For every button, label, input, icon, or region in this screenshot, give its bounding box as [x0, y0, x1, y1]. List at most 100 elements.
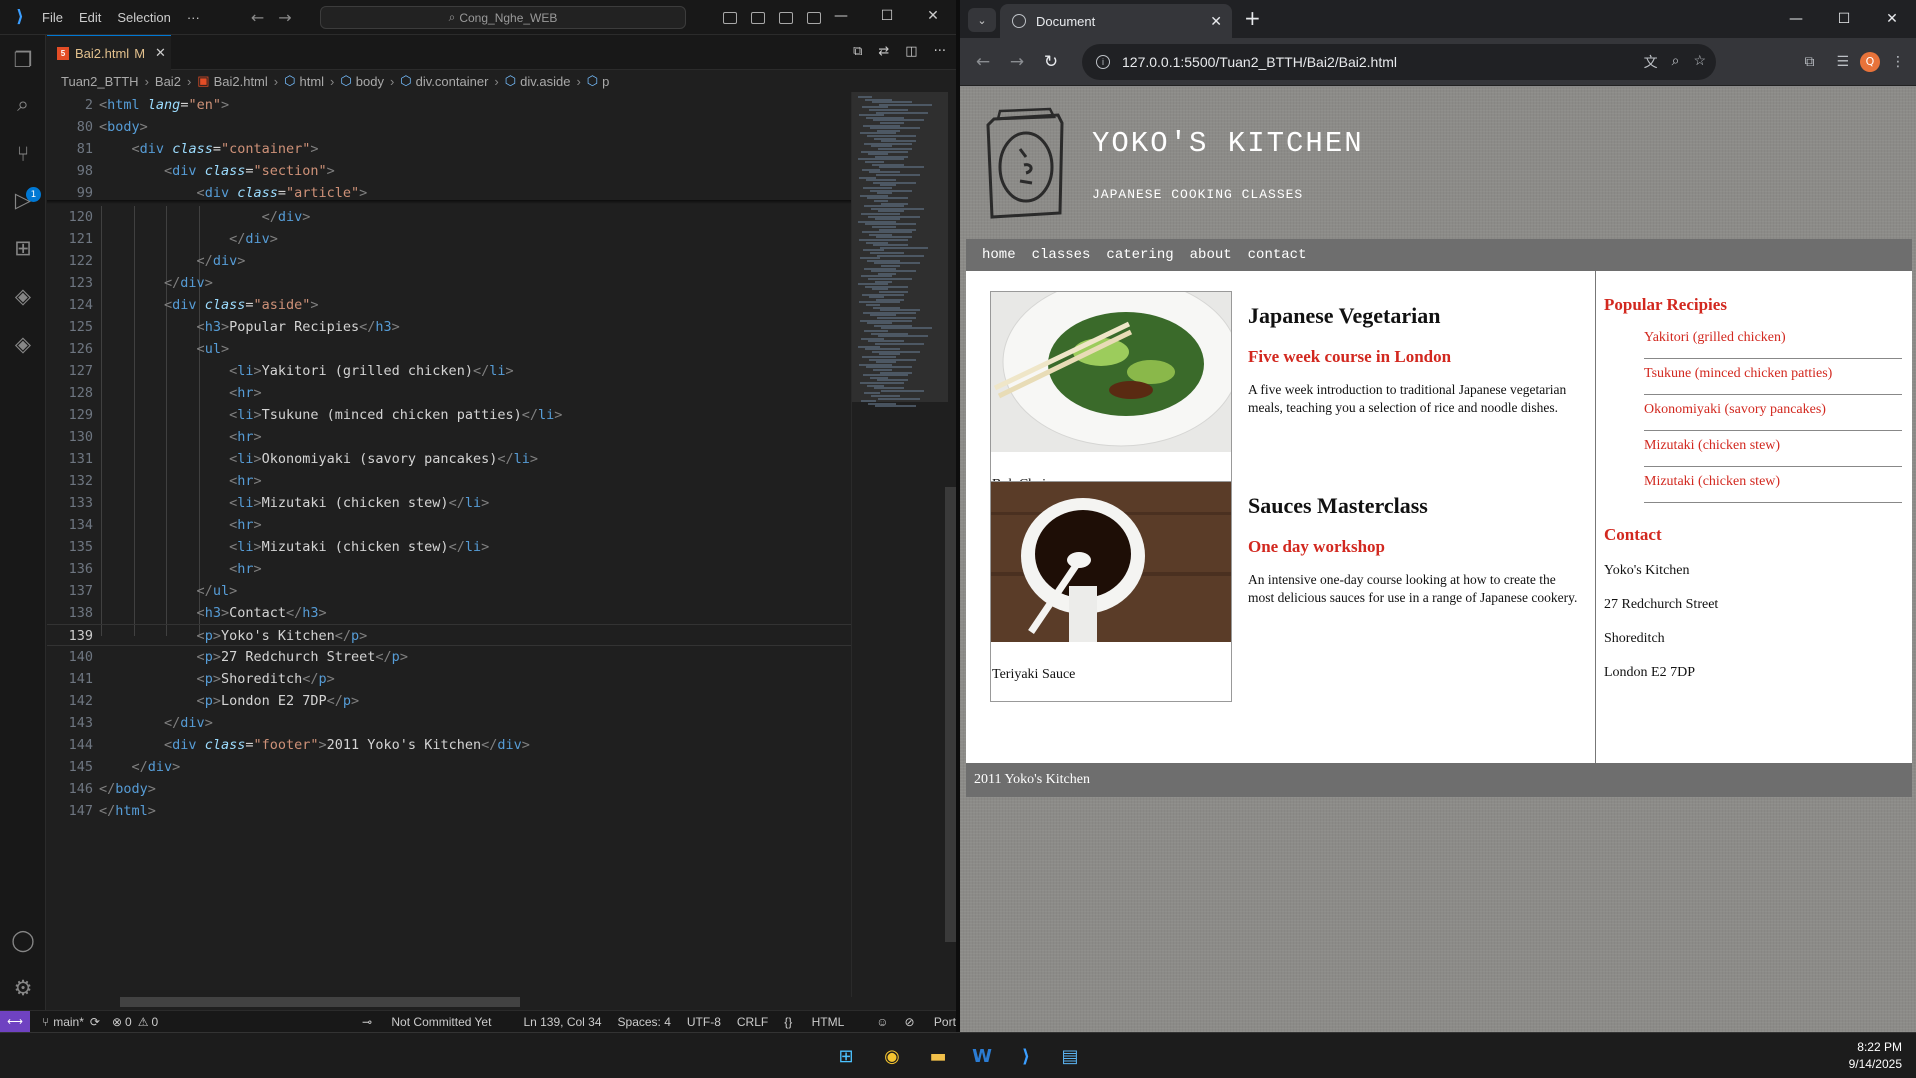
- extensions-puzzle-icon[interactable]: ⧉: [1804, 54, 1814, 70]
- code-line[interactable]: 132 <hr>: [47, 470, 851, 492]
- chrome-taskbar-icon[interactable]: ◉: [876, 1040, 908, 1072]
- git-branch[interactable]: main*: [53, 1015, 84, 1029]
- sync-icon[interactable]: ⟳: [90, 1015, 100, 1029]
- sticky-code-line[interactable]: 2 <html lang="en">: [47, 94, 851, 116]
- address-bar[interactable]: i 127.0.0.1:5500/Tuan2_BTTH/Bai2/Bai2.ht…: [1082, 44, 1716, 80]
- breadcrumb-item[interactable]: div.container: [416, 74, 489, 89]
- search-icon[interactable]: ⌕: [8, 89, 38, 119]
- code-line[interactable]: 130 <hr>: [47, 426, 851, 448]
- word-icon[interactable]: W: [966, 1040, 998, 1072]
- code-line[interactable]: 138 <h3>Contact</h3>: [47, 602, 851, 624]
- menu-selection[interactable]: Selection: [109, 10, 178, 25]
- code-line[interactable]: 129 <li>Tsukune (minced chicken patties)<…: [47, 404, 851, 426]
- more-actions-icon[interactable]: ···: [934, 44, 946, 59]
- bookmark-star-icon[interactable]: ☆: [1693, 52, 1706, 72]
- forward-arrow-icon[interactable]: →: [1000, 52, 1034, 72]
- nav-contact[interactable]: contact: [1248, 247, 1307, 263]
- windows-start-icon[interactable]: ⊞: [830, 1040, 862, 1072]
- scrollbar-thumb[interactable]: [945, 487, 956, 942]
- explorer-icon[interactable]: ❐: [8, 45, 38, 75]
- copilot-icon[interactable]: ☺: [876, 1015, 888, 1029]
- breadcrumb-item[interactable]: div.aside: [520, 74, 570, 89]
- code-line[interactable]: 124 <div class="aside">: [47, 294, 851, 316]
- new-tab-plus-icon[interactable]: +: [1244, 6, 1261, 30]
- code-line[interactable]: 134 <hr>: [47, 514, 851, 536]
- minimize-icon[interactable]: —: [1772, 0, 1820, 38]
- vscode-taskbar-icon[interactable]: ⟩: [1010, 1040, 1042, 1072]
- tab-bai2-html[interactable]: 5 Bai2.html M ✕: [47, 35, 171, 70]
- settings-gear-icon[interactable]: ⚙: [8, 973, 38, 1003]
- code-line[interactable]: 120 </div>: [47, 206, 851, 228]
- cursor-position[interactable]: Ln 139, Col 34: [523, 1015, 601, 1029]
- warning-count[interactable]: 0: [151, 1015, 158, 1029]
- code-line[interactable]: 128 <hr>: [47, 382, 851, 404]
- horizontal-scrollbar[interactable]: [120, 997, 520, 1007]
- code-line[interactable]: 121 </div>: [47, 228, 851, 250]
- tab-close-icon[interactable]: ✕: [1210, 13, 1222, 30]
- breadcrumb-item[interactable]: Bai2: [155, 74, 181, 89]
- back-arrow-icon[interactable]: ←: [966, 52, 1000, 72]
- toggle-panel-icon[interactable]: [779, 11, 793, 24]
- python-icon[interactable]: ◈: [8, 281, 38, 311]
- maximize-icon[interactable]: ☐: [864, 0, 910, 35]
- url-text[interactable]: 127.0.0.1:5500/Tuan2_BTTH/Bai2/Bai2.html: [1122, 54, 1397, 70]
- code-line[interactable]: 126 <ul>: [47, 338, 851, 360]
- tab-close-icon[interactable]: ✕: [155, 45, 166, 61]
- code-line[interactable]: 137 </ul>: [47, 580, 851, 602]
- reading-list-icon[interactable]: ☰: [1836, 54, 1849, 70]
- toggle-layout-icon[interactable]: [723, 11, 737, 24]
- site-info-icon[interactable]: i: [1096, 55, 1110, 69]
- sticky-code-line[interactable]: 81 <div class="container">: [47, 138, 851, 160]
- system-clock[interactable]: 8:22 PM 9/14/2025: [1849, 1039, 1902, 1073]
- breadcrumb-item[interactable]: body: [356, 74, 384, 89]
- language-mode[interactable]: {} HTML: [784, 1015, 860, 1029]
- reload-icon[interactable]: ↻: [1034, 52, 1068, 72]
- maximize-icon[interactable]: ☐: [1820, 0, 1868, 38]
- breadcrumb-item[interactable]: html: [299, 74, 324, 89]
- code-line[interactable]: 139 <p>Yoko's Kitchen</p>: [47, 624, 851, 646]
- nav-about[interactable]: about: [1190, 247, 1232, 263]
- end-of-line[interactable]: CRLF: [737, 1015, 768, 1029]
- code-line[interactable]: 146 </body>: [47, 778, 851, 800]
- code-line[interactable]: 141 <p>Shoreditch</p>: [47, 668, 851, 690]
- code-line[interactable]: 145 </div>: [47, 756, 851, 778]
- code-line[interactable]: 133 <li>Mizutaki (chicken stew)</li>: [47, 492, 851, 514]
- breadcrumb-item[interactable]: Bai2.html: [214, 74, 268, 89]
- menu-edit[interactable]: Edit: [71, 10, 109, 25]
- remote-indicator-icon[interactable]: ⟷: [0, 1010, 30, 1033]
- zoom-icon[interactable]: ⌕: [1672, 52, 1680, 72]
- breadcrumb-item[interactable]: p: [602, 74, 609, 89]
- forward-arrow-icon[interactable]: →: [271, 8, 298, 27]
- error-count[interactable]: 0: [125, 1015, 132, 1029]
- code-line[interactable]: 125 <h3>Popular Recipies</h3>: [47, 316, 851, 338]
- source-control-icon[interactable]: ⑂: [8, 139, 38, 169]
- code-line[interactable]: 123 </div>: [47, 272, 851, 294]
- chrome-menu-icon[interactable]: ⋮: [1891, 54, 1905, 70]
- git-blame-status[interactable]: ⊸ Not Committed Yet: [362, 1015, 507, 1029]
- vertical-scrollbar[interactable]: [945, 92, 956, 997]
- indentation[interactable]: Spaces: 4: [618, 1015, 671, 1029]
- breadcrumb-item[interactable]: Tuan2_BTTH: [61, 74, 139, 89]
- code-line[interactable]: 144 <div class="footer">2011 Yoko's Kitch…: [47, 734, 851, 756]
- code-line[interactable]: 142 <p>London E2 7DP</p>: [47, 690, 851, 712]
- code-line[interactable]: 122 </div>: [47, 250, 851, 272]
- command-center-search[interactable]: ⌕ Cong_Nghe_WEB: [320, 6, 686, 29]
- nav-home[interactable]: home: [982, 247, 1016, 263]
- code-line[interactable]: 143 </div>: [47, 712, 851, 734]
- sticky-code-line[interactable]: 98 <div class="section">: [47, 160, 851, 182]
- nav-catering[interactable]: catering: [1106, 247, 1173, 263]
- compare-changes-icon[interactable]: ⇄: [878, 44, 889, 59]
- file-explorer-icon[interactable]: ▬: [922, 1040, 954, 1072]
- code-line[interactable]: 136 <hr>: [47, 558, 851, 580]
- code-line[interactable]: 127 <li>Yakitori (grilled chicken)</li>: [47, 360, 851, 382]
- close-icon[interactable]: ✕: [1868, 0, 1916, 38]
- code-line[interactable]: 135 <li>Mizutaki (chicken stew)</li>: [47, 536, 851, 558]
- close-icon[interactable]: ✕: [910, 0, 956, 35]
- menu-file[interactable]: File: [34, 10, 71, 25]
- back-arrow-icon[interactable]: ←: [244, 8, 271, 27]
- code-line[interactable]: 147 </html>: [47, 800, 851, 822]
- open-preview-icon[interactable]: ⧉: [853, 44, 862, 59]
- nav-classes[interactable]: classes: [1032, 247, 1091, 263]
- browser-tab-document[interactable]: o Document ✕: [1000, 4, 1232, 38]
- toggle-sidebar-icon[interactable]: [751, 11, 765, 24]
